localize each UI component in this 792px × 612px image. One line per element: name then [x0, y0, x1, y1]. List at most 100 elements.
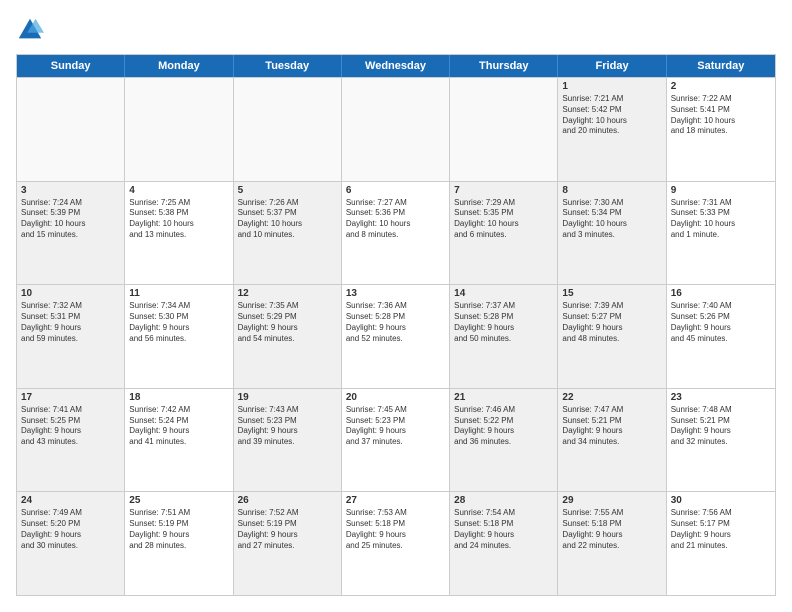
day-number: 30: [671, 495, 771, 506]
day-info: Sunrise: 7:51 AM Sunset: 5:19 PM Dayligh…: [129, 508, 228, 551]
day-info: Sunrise: 7:30 AM Sunset: 5:34 PM Dayligh…: [562, 198, 661, 241]
day-number: 20: [346, 392, 445, 403]
day-number: 19: [238, 392, 337, 403]
day-number: 17: [21, 392, 120, 403]
day-number: 28: [454, 495, 553, 506]
day-number: 3: [21, 185, 120, 196]
day-number: 1: [562, 81, 661, 92]
day-info: Sunrise: 7:48 AM Sunset: 5:21 PM Dayligh…: [671, 405, 771, 448]
day-number: 10: [21, 288, 120, 299]
day-cell-16: 16 Sunrise: 7:40 AM Sunset: 5:26 PM Dayli…: [667, 285, 775, 388]
day-number: 23: [671, 392, 771, 403]
day-cell-7: 7 Sunrise: 7:29 AM Sunset: 5:35 PM Daylig…: [450, 182, 558, 285]
day-cell-23: 23 Sunrise: 7:48 AM Sunset: 5:21 PM Dayli…: [667, 389, 775, 492]
logo: [16, 16, 48, 44]
day-info: Sunrise: 7:42 AM Sunset: 5:24 PM Dayligh…: [129, 405, 228, 448]
logo-icon: [16, 16, 44, 44]
day-info: Sunrise: 7:37 AM Sunset: 5:28 PM Dayligh…: [454, 301, 553, 344]
day-info: Sunrise: 7:43 AM Sunset: 5:23 PM Dayligh…: [238, 405, 337, 448]
day-cell-6: 6 Sunrise: 7:27 AM Sunset: 5:36 PM Daylig…: [342, 182, 450, 285]
day-cell-3: 3 Sunrise: 7:24 AM Sunset: 5:39 PM Daylig…: [17, 182, 125, 285]
day-cell-22: 22 Sunrise: 7:47 AM Sunset: 5:21 PM Dayli…: [558, 389, 666, 492]
day-number: 9: [671, 185, 771, 196]
day-number: 2: [671, 81, 771, 92]
day-info: Sunrise: 7:29 AM Sunset: 5:35 PM Dayligh…: [454, 198, 553, 241]
day-number: 16: [671, 288, 771, 299]
day-cell-27: 27 Sunrise: 7:53 AM Sunset: 5:18 PM Dayli…: [342, 492, 450, 595]
day-number: 4: [129, 185, 228, 196]
day-cell-8: 8 Sunrise: 7:30 AM Sunset: 5:34 PM Daylig…: [558, 182, 666, 285]
day-info: Sunrise: 7:56 AM Sunset: 5:17 PM Dayligh…: [671, 508, 771, 551]
day-info: Sunrise: 7:47 AM Sunset: 5:21 PM Dayligh…: [562, 405, 661, 448]
day-info: Sunrise: 7:46 AM Sunset: 5:22 PM Dayligh…: [454, 405, 553, 448]
weekday-header-tuesday: Tuesday: [234, 55, 342, 77]
day-cell-21: 21 Sunrise: 7:46 AM Sunset: 5:22 PM Dayli…: [450, 389, 558, 492]
day-info: Sunrise: 7:49 AM Sunset: 5:20 PM Dayligh…: [21, 508, 120, 551]
day-number: 7: [454, 185, 553, 196]
day-info: Sunrise: 7:26 AM Sunset: 5:37 PM Dayligh…: [238, 198, 337, 241]
day-info: Sunrise: 7:53 AM Sunset: 5:18 PM Dayligh…: [346, 508, 445, 551]
day-cell-19: 19 Sunrise: 7:43 AM Sunset: 5:23 PM Dayli…: [234, 389, 342, 492]
day-cell-17: 17 Sunrise: 7:41 AM Sunset: 5:25 PM Dayli…: [17, 389, 125, 492]
day-info: Sunrise: 7:25 AM Sunset: 5:38 PM Dayligh…: [129, 198, 228, 241]
day-info: Sunrise: 7:35 AM Sunset: 5:29 PM Dayligh…: [238, 301, 337, 344]
day-cell-4: 4 Sunrise: 7:25 AM Sunset: 5:38 PM Daylig…: [125, 182, 233, 285]
calendar-row-1: 3 Sunrise: 7:24 AM Sunset: 5:39 PM Daylig…: [17, 181, 775, 285]
calendar: SundayMondayTuesdayWednesdayThursdayFrid…: [16, 54, 776, 596]
day-number: 6: [346, 185, 445, 196]
day-number: 24: [21, 495, 120, 506]
day-number: 14: [454, 288, 553, 299]
day-cell-5: 5 Sunrise: 7:26 AM Sunset: 5:37 PM Daylig…: [234, 182, 342, 285]
calendar-row-0: 1Sunrise: 7:21 AM Sunset: 5:42 PM Daylig…: [17, 77, 775, 181]
day-cell-18: 18 Sunrise: 7:42 AM Sunset: 5:24 PM Dayli…: [125, 389, 233, 492]
day-number: 21: [454, 392, 553, 403]
day-info: Sunrise: 7:41 AM Sunset: 5:25 PM Dayligh…: [21, 405, 120, 448]
calendar-header: SundayMondayTuesdayWednesdayThursdayFrid…: [17, 55, 775, 77]
day-info: Sunrise: 7:54 AM Sunset: 5:18 PM Dayligh…: [454, 508, 553, 551]
day-cell-9: 9 Sunrise: 7:31 AM Sunset: 5:33 PM Daylig…: [667, 182, 775, 285]
day-info: Sunrise: 7:22 AM Sunset: 5:41 PM Dayligh…: [671, 94, 771, 137]
day-cell-11: 11 Sunrise: 7:34 AM Sunset: 5:30 PM Dayli…: [125, 285, 233, 388]
day-number: 29: [562, 495, 661, 506]
weekday-header-wednesday: Wednesday: [342, 55, 450, 77]
calendar-body: 1Sunrise: 7:21 AM Sunset: 5:42 PM Daylig…: [17, 77, 775, 595]
day-cell-14: 14 Sunrise: 7:37 AM Sunset: 5:28 PM Dayli…: [450, 285, 558, 388]
day-info: Sunrise: 7:24 AM Sunset: 5:39 PM Dayligh…: [21, 198, 120, 241]
calendar-row-2: 10Sunrise: 7:32 AM Sunset: 5:31 PM Dayli…: [17, 284, 775, 388]
weekday-header-monday: Monday: [125, 55, 233, 77]
day-number: 15: [562, 288, 661, 299]
day-cell-30: 30 Sunrise: 7:56 AM Sunset: 5:17 PM Dayli…: [667, 492, 775, 595]
day-number: 27: [346, 495, 445, 506]
day-number: 12: [238, 288, 337, 299]
empty-cell-0-2: [234, 78, 342, 181]
day-info: Sunrise: 7:52 AM Sunset: 5:19 PM Dayligh…: [238, 508, 337, 551]
day-number: 5: [238, 185, 337, 196]
day-number: 8: [562, 185, 661, 196]
day-cell-12: 12 Sunrise: 7:35 AM Sunset: 5:29 PM Dayli…: [234, 285, 342, 388]
day-cell-10: 10Sunrise: 7:32 AM Sunset: 5:31 PM Dayli…: [17, 285, 125, 388]
day-cell-20: 20 Sunrise: 7:45 AM Sunset: 5:23 PM Dayli…: [342, 389, 450, 492]
day-info: Sunrise: 7:27 AM Sunset: 5:36 PM Dayligh…: [346, 198, 445, 241]
empty-cell-0-4: [450, 78, 558, 181]
day-cell-25: 25Sunrise: 7:51 AM Sunset: 5:19 PM Dayli…: [125, 492, 233, 595]
weekday-header-thursday: Thursday: [450, 55, 558, 77]
empty-cell-0-3: [342, 78, 450, 181]
empty-cell-0-1: [125, 78, 233, 181]
day-cell-26: 26 Sunrise: 7:52 AM Sunset: 5:19 PM Dayli…: [234, 492, 342, 595]
day-cell-29: 29Sunrise: 7:55 AM Sunset: 5:18 PM Dayli…: [558, 492, 666, 595]
day-info: Sunrise: 7:40 AM Sunset: 5:26 PM Dayligh…: [671, 301, 771, 344]
weekday-header-friday: Friday: [558, 55, 666, 77]
calendar-row-3: 17 Sunrise: 7:41 AM Sunset: 5:25 PM Dayli…: [17, 388, 775, 492]
day-number: 26: [238, 495, 337, 506]
day-number: 22: [562, 392, 661, 403]
day-number: 18: [129, 392, 228, 403]
day-cell-15: 15Sunrise: 7:39 AM Sunset: 5:27 PM Dayli…: [558, 285, 666, 388]
calendar-row-4: 24 Sunrise: 7:49 AM Sunset: 5:20 PM Dayli…: [17, 491, 775, 595]
weekday-header-saturday: Saturday: [667, 55, 775, 77]
day-info: Sunrise: 7:34 AM Sunset: 5:30 PM Dayligh…: [129, 301, 228, 344]
day-cell-1: 1Sunrise: 7:21 AM Sunset: 5:42 PM Daylig…: [558, 78, 666, 181]
day-cell-28: 28 Sunrise: 7:54 AM Sunset: 5:18 PM Dayli…: [450, 492, 558, 595]
day-info: Sunrise: 7:45 AM Sunset: 5:23 PM Dayligh…: [346, 405, 445, 448]
day-info: Sunrise: 7:31 AM Sunset: 5:33 PM Dayligh…: [671, 198, 771, 241]
day-number: 11: [129, 288, 228, 299]
